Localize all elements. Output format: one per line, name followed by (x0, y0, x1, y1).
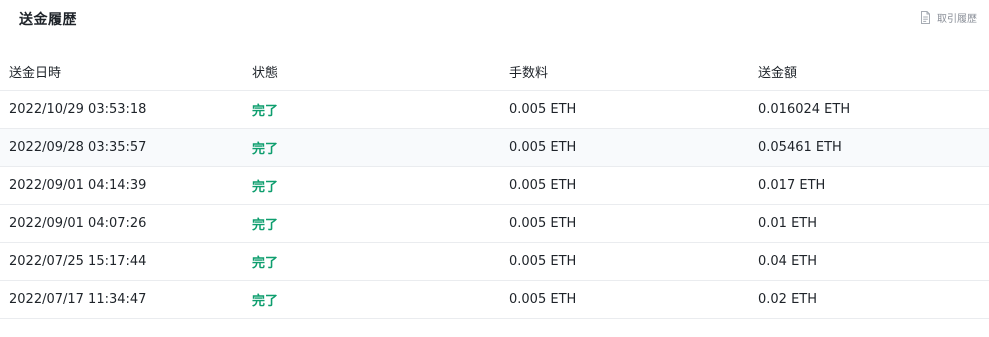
column-header-status: 状態 (252, 65, 279, 81)
cell-date: 2022/09/28 03:35:57 (9, 140, 147, 155)
cell-status: 完了 (252, 180, 279, 195)
page-header: 送金履歴 取引履歴 (0, 0, 989, 44)
table-row: 2022/10/29 03:53:18 完了 0.005 ETH 0.01602… (0, 91, 989, 129)
cell-amount: 0.017 ETH (758, 178, 826, 193)
document-icon (920, 11, 931, 24)
cell-fee: 0.005 ETH (509, 102, 577, 117)
cell-status: 完了 (252, 256, 279, 271)
cell-fee: 0.005 ETH (509, 292, 577, 307)
cell-amount: 0.02 ETH (758, 292, 818, 307)
column-header-amount: 送金額 (758, 65, 798, 81)
cell-status: 完了 (252, 218, 279, 233)
cell-date: 2022/09/01 04:14:39 (9, 178, 147, 193)
column-header-fee: 手数料 (509, 65, 549, 81)
table-row: 2022/07/17 11:34:47 完了 0.005 ETH 0.02 ET… (0, 281, 989, 319)
cell-date: 2022/10/29 03:53:18 (9, 102, 147, 117)
cell-status: 完了 (252, 142, 279, 157)
transaction-history-link[interactable]: 取引履歴 (920, 10, 977, 25)
transaction-history-label: 取引履歴 (937, 14, 977, 25)
table-row: 2022/09/01 04:07:26 完了 0.005 ETH 0.01 ET… (0, 205, 989, 243)
cell-status: 完了 (252, 294, 279, 309)
column-header-date: 送金日時 (9, 65, 62, 81)
page-title: 送金履歴 (19, 12, 77, 28)
table-row: 2022/09/28 03:35:57 完了 0.005 ETH 0.05461… (0, 129, 989, 167)
cell-date: 2022/07/17 11:34:47 (9, 292, 147, 307)
table-row: 2022/09/01 04:14:39 完了 0.005 ETH 0.017 E… (0, 167, 989, 205)
cell-fee: 0.005 ETH (509, 178, 577, 193)
cell-date: 2022/09/01 04:07:26 (9, 216, 147, 231)
transfer-history-table: 送金日時 状態 手数料 送金額 2022/10/29 03:53:18 完了 0… (0, 52, 989, 319)
cell-fee: 0.005 ETH (509, 254, 577, 269)
cell-fee: 0.005 ETH (509, 140, 577, 155)
cell-date: 2022/07/25 15:17:44 (9, 254, 147, 269)
cell-amount: 0.01 ETH (758, 216, 818, 231)
cell-status: 完了 (252, 104, 279, 119)
cell-amount: 0.04 ETH (758, 254, 818, 269)
cell-amount: 0.016024 ETH (758, 102, 851, 117)
cell-fee: 0.005 ETH (509, 216, 577, 231)
cell-amount: 0.05461 ETH (758, 140, 842, 155)
table-row: 2022/07/25 15:17:44 完了 0.005 ETH 0.04 ET… (0, 243, 989, 281)
table-header: 送金日時 状態 手数料 送金額 (0, 52, 989, 91)
